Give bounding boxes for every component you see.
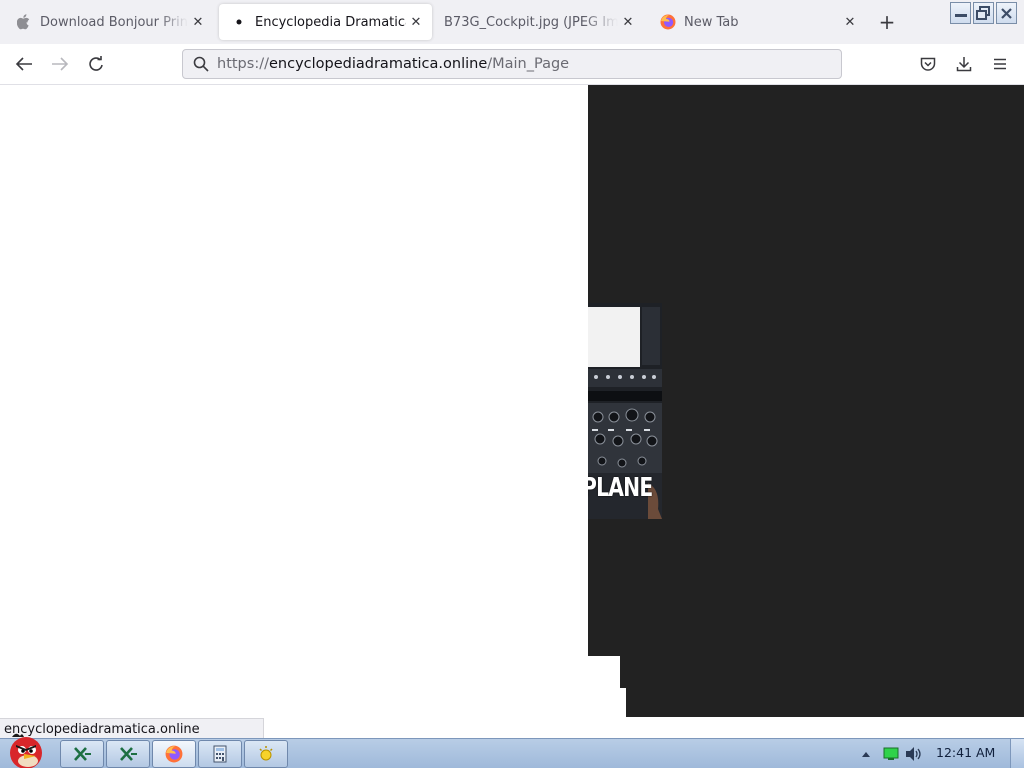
angry-birds-icon: [10, 733, 42, 768]
tab-b73g-cockpit[interactable]: B73G_Cockpit.jpg (JPEG Image, 2400 × 160…: [436, 4, 644, 40]
new-tab-button[interactable]: +: [876, 10, 898, 34]
dark-panel: [620, 656, 1024, 688]
downloads-button[interactable]: [952, 52, 976, 76]
menu-button[interactable]: [988, 52, 1012, 76]
reload-icon: [89, 56, 103, 71]
url-text[interactable]: https://encyclopediadramatica.online/Mai…: [217, 56, 569, 72]
restore-button[interactable]: [973, 2, 994, 24]
restore-icon: [976, 6, 990, 20]
tray-expand-icon[interactable]: [861, 750, 871, 758]
tab-strip: Download Bonjour Print Services for Wind…: [0, 0, 1024, 44]
close-tab-icon[interactable]: ✕: [188, 12, 208, 32]
calculator-icon: [213, 745, 227, 763]
hamburger-menu-icon: [994, 58, 1006, 70]
tab-title: Encyclopedia Dramatica: [255, 14, 406, 30]
tab-title: B73G_Cockpit.jpg (JPEG Image, 2400 × 160…: [444, 14, 618, 30]
forward-button[interactable]: [48, 52, 72, 76]
excel-icon: [74, 747, 91, 761]
url-host: encyclopediadramatica.online: [268, 56, 488, 72]
close-window-button[interactable]: [996, 2, 1017, 24]
close-tab-icon[interactable]: ✕: [406, 12, 426, 32]
firefox-icon: [660, 14, 676, 30]
cockpit-image[interactable]: PLANE: [588, 303, 662, 519]
dark-panel: [626, 688, 1024, 717]
tab-encyclopedia-dramatica[interactable]: Encyclopedia Dramatica ✕: [219, 4, 432, 40]
start-button[interactable]: [2, 731, 50, 768]
windows-taskbar: 12:41 AM: [0, 733, 1024, 768]
back-button[interactable]: [12, 52, 36, 76]
search-icon: [192, 55, 210, 73]
tab-new-tab[interactable]: New Tab ✕: [648, 4, 864, 40]
tab-title: Download Bonjour Print Services for Wind…: [40, 14, 188, 30]
firefox-icon: [165, 745, 183, 763]
minimize-icon: [954, 13, 967, 17]
network-icon[interactable]: [883, 747, 899, 761]
image-caption: PLANE: [588, 473, 653, 503]
close-tab-icon[interactable]: ✕: [840, 12, 860, 32]
address-bar[interactable]: https://encyclopediadramatica.online/Mai…: [182, 49, 842, 79]
close-icon: [1001, 7, 1012, 19]
excel-icon: [120, 747, 137, 761]
pocket-icon: [920, 57, 936, 71]
taskbar-calculator[interactable]: [198, 740, 242, 768]
url-scheme: https://: [217, 56, 269, 72]
pocket-button[interactable]: [916, 52, 940, 76]
minimize-button[interactable]: [950, 2, 971, 24]
navigation-toolbar: https://encyclopediadramatica.online/Mai…: [0, 44, 1024, 85]
volume-icon[interactable]: [905, 746, 923, 762]
taskbar-firefox[interactable]: [152, 740, 196, 768]
forward-arrow-icon: [52, 57, 69, 71]
download-icon: [956, 57, 972, 72]
dot-icon: [231, 14, 247, 30]
sun-icon: [259, 746, 273, 761]
taskbar-app[interactable]: [244, 740, 288, 768]
url-path: /Main_Page: [487, 56, 570, 72]
apple-icon: [16, 14, 32, 30]
page-content: PLANE: [0, 85, 1024, 738]
system-clock[interactable]: 12:41 AM: [936, 745, 995, 760]
taskbar-excel-1[interactable]: [60, 740, 104, 768]
taskbar-excel-2[interactable]: [106, 740, 150, 768]
back-arrow-icon: [15, 57, 32, 71]
show-desktop-button[interactable]: [1010, 739, 1024, 768]
tab-bonjour[interactable]: Download Bonjour Print Services for Wind…: [4, 4, 214, 40]
reload-button[interactable]: [84, 52, 108, 76]
tab-title: New Tab: [684, 14, 739, 30]
close-tab-icon[interactable]: ✕: [618, 12, 638, 32]
